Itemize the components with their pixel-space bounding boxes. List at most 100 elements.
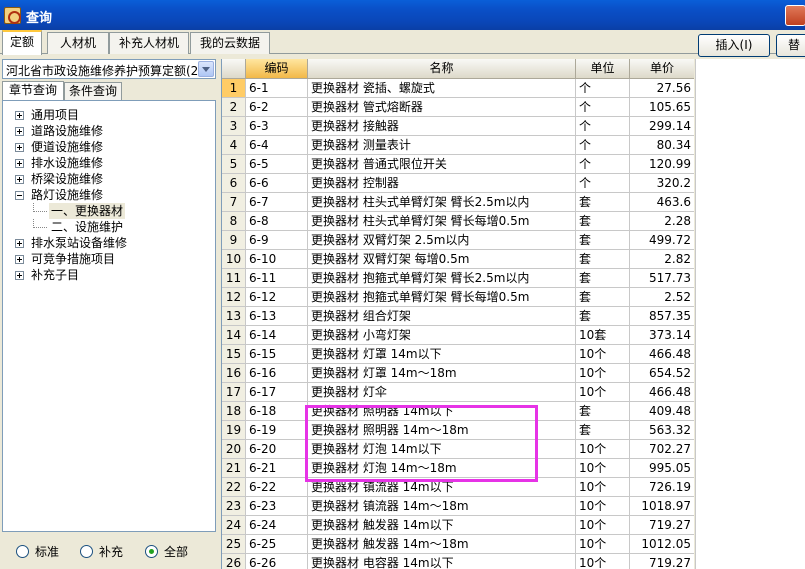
- table-row[interactable]: 26 6-26 更换器材 电容器 14m以下 10个 719.27: [222, 554, 694, 569]
- row-code[interactable]: 6-7: [246, 193, 308, 212]
- row-unit[interactable]: 个: [576, 79, 630, 98]
- row-code[interactable]: 6-15: [246, 345, 308, 364]
- row-code[interactable]: 6-8: [246, 212, 308, 231]
- row-price[interactable]: 654.52: [630, 364, 694, 383]
- row-index[interactable]: 10: [222, 250, 246, 269]
- row-unit[interactable]: 10个: [576, 554, 630, 569]
- row-index[interactable]: 13: [222, 307, 246, 326]
- table-row[interactable]: 9 6-9 更换器材 双臂灯架 2.5m以内套 499.72: [222, 231, 694, 250]
- row-name[interactable]: 更换器材 电容器 14m以下: [308, 554, 576, 569]
- row-name[interactable]: 更换器材 触发器 14m以下: [308, 516, 576, 535]
- row-code[interactable]: 6-2: [246, 98, 308, 117]
- row-name[interactable]: 更换器材 灯泡 14m～18m: [308, 459, 576, 478]
- table-row[interactable]: 20 6-20 更换器材 灯泡 14m以下 10个 702.27: [222, 440, 694, 459]
- row-name[interactable]: 更换器材 管式熔断器: [308, 98, 576, 117]
- row-code[interactable]: 6-26: [246, 554, 308, 569]
- row-index[interactable]: 24: [222, 516, 246, 535]
- table-row[interactable]: 21 6-21 更换器材 灯泡 14m～18m 10个 995.05: [222, 459, 694, 478]
- radio-circle[interactable]: [16, 545, 29, 558]
- expand-plus-icon[interactable]: [15, 175, 24, 184]
- row-index[interactable]: 11: [222, 269, 246, 288]
- row-code[interactable]: 6-21: [246, 459, 308, 478]
- row-unit[interactable]: 个: [576, 117, 630, 136]
- table-row[interactable]: 15 6-15 更换器材 灯罩 14m以下 10个 466.48: [222, 345, 694, 364]
- row-unit[interactable]: 10个: [576, 459, 630, 478]
- row-unit[interactable]: 个: [576, 136, 630, 155]
- row-unit[interactable]: 个: [576, 155, 630, 174]
- header-code[interactable]: 编码: [246, 59, 308, 79]
- table-row[interactable]: 13 6-13 更换器材 组合灯架套 857.35: [222, 307, 694, 326]
- row-code[interactable]: 6-16: [246, 364, 308, 383]
- row-price[interactable]: 1012.05: [630, 535, 694, 554]
- row-unit[interactable]: 套: [576, 269, 630, 288]
- row-index[interactable]: 19: [222, 421, 246, 440]
- row-index[interactable]: 15: [222, 345, 246, 364]
- row-index[interactable]: 20: [222, 440, 246, 459]
- table-row[interactable]: 7 6-7 更换器材 柱头式单臂灯架 臂长2.5m以内套 463.6: [222, 193, 694, 212]
- row-price[interactable]: 463.6: [630, 193, 694, 212]
- row-name[interactable]: 更换器材 瓷插、螺旋式: [308, 79, 576, 98]
- expand-plus-icon[interactable]: [15, 143, 24, 152]
- table-row[interactable]: 24 6-24 更换器材 触发器 14m以下 10个 719.27: [222, 516, 694, 535]
- row-unit[interactable]: 套: [576, 212, 630, 231]
- radio-circle[interactable]: [145, 545, 158, 558]
- row-index[interactable]: 5: [222, 155, 246, 174]
- row-name[interactable]: 更换器材 触发器 14m～18m: [308, 535, 576, 554]
- row-index[interactable]: 14: [222, 326, 246, 345]
- window-close-button[interactable]: [785, 5, 805, 26]
- row-unit[interactable]: 10套: [576, 326, 630, 345]
- row-price[interactable]: 2.82: [630, 250, 694, 269]
- row-unit[interactable]: 套: [576, 402, 630, 421]
- radio-all[interactable]: 全部: [145, 544, 188, 560]
- row-unit[interactable]: 套: [576, 288, 630, 307]
- row-code[interactable]: 6-20: [246, 440, 308, 459]
- replace-button[interactable]: 替: [776, 34, 805, 57]
- row-price[interactable]: 719.27: [630, 516, 694, 535]
- table-row[interactable]: 11 6-11 更换器材 抱箍式单臂灯架 臂长2.5m以内套 517.73: [222, 269, 694, 288]
- row-code[interactable]: 6-19: [246, 421, 308, 440]
- row-price[interactable]: 27.56: [630, 79, 694, 98]
- row-price[interactable]: 373.14: [630, 326, 694, 345]
- tab-supplement-labor-material[interactable]: 补充人材机: [109, 32, 189, 54]
- table-row[interactable]: 14 6-14 更换器材 小弯灯架 10套 373.14: [222, 326, 694, 345]
- table-row[interactable]: 4 6-4 更换器材 测量表计个 80.34: [222, 136, 694, 155]
- row-name[interactable]: 更换器材 灯罩 14m以下: [308, 345, 576, 364]
- row-code[interactable]: 6-17: [246, 383, 308, 402]
- table-row[interactable]: 19 6-19 更换器材 照明器 14m～18m 套 563.32: [222, 421, 694, 440]
- row-index[interactable]: 18: [222, 402, 246, 421]
- row-code[interactable]: 6-10: [246, 250, 308, 269]
- expand-plus-icon[interactable]: [15, 239, 24, 248]
- table-row[interactable]: 2 6-2 更换器材 管式熔断器个 105.65: [222, 98, 694, 117]
- row-name[interactable]: 更换器材 照明器 14m～18m: [308, 421, 576, 440]
- row-name[interactable]: 更换器材 小弯灯架: [308, 326, 576, 345]
- insert-button[interactable]: 插入(I): [698, 34, 770, 57]
- table-row[interactable]: 22 6-22 更换器材 镇流器 14m以下 10个 726.19: [222, 478, 694, 497]
- radio-standard[interactable]: 标准: [16, 544, 59, 560]
- expand-plus-icon[interactable]: [15, 127, 24, 136]
- row-name[interactable]: 更换器材 双臂灯架 2.5m以内: [308, 231, 576, 250]
- row-unit[interactable]: 套: [576, 250, 630, 269]
- row-code[interactable]: 6-5: [246, 155, 308, 174]
- row-index[interactable]: 16: [222, 364, 246, 383]
- row-price[interactable]: 80.34: [630, 136, 694, 155]
- row-index[interactable]: 17: [222, 383, 246, 402]
- row-index[interactable]: 9: [222, 231, 246, 250]
- row-unit[interactable]: 10个: [576, 516, 630, 535]
- row-name[interactable]: 更换器材 抱箍式单臂灯架 臂长每增0.5m: [308, 288, 576, 307]
- row-code[interactable]: 6-23: [246, 497, 308, 516]
- row-unit[interactable]: 个: [576, 174, 630, 193]
- row-code[interactable]: 6-1: [246, 79, 308, 98]
- table-row[interactable]: 23 6-23 更换器材 镇流器 14m～18m 10个 1018.97: [222, 497, 694, 516]
- row-price[interactable]: 105.65: [630, 98, 694, 117]
- row-price[interactable]: 517.73: [630, 269, 694, 288]
- row-index[interactable]: 2: [222, 98, 246, 117]
- row-code[interactable]: 6-4: [246, 136, 308, 155]
- header-unit[interactable]: 单位: [576, 59, 630, 79]
- row-code[interactable]: 6-22: [246, 478, 308, 497]
- row-price[interactable]: 719.27: [630, 554, 694, 569]
- row-code[interactable]: 6-18: [246, 402, 308, 421]
- row-unit[interactable]: 10个: [576, 497, 630, 516]
- row-unit[interactable]: 10个: [576, 535, 630, 554]
- row-index[interactable]: 7: [222, 193, 246, 212]
- expand-plus-icon[interactable]: [15, 111, 24, 120]
